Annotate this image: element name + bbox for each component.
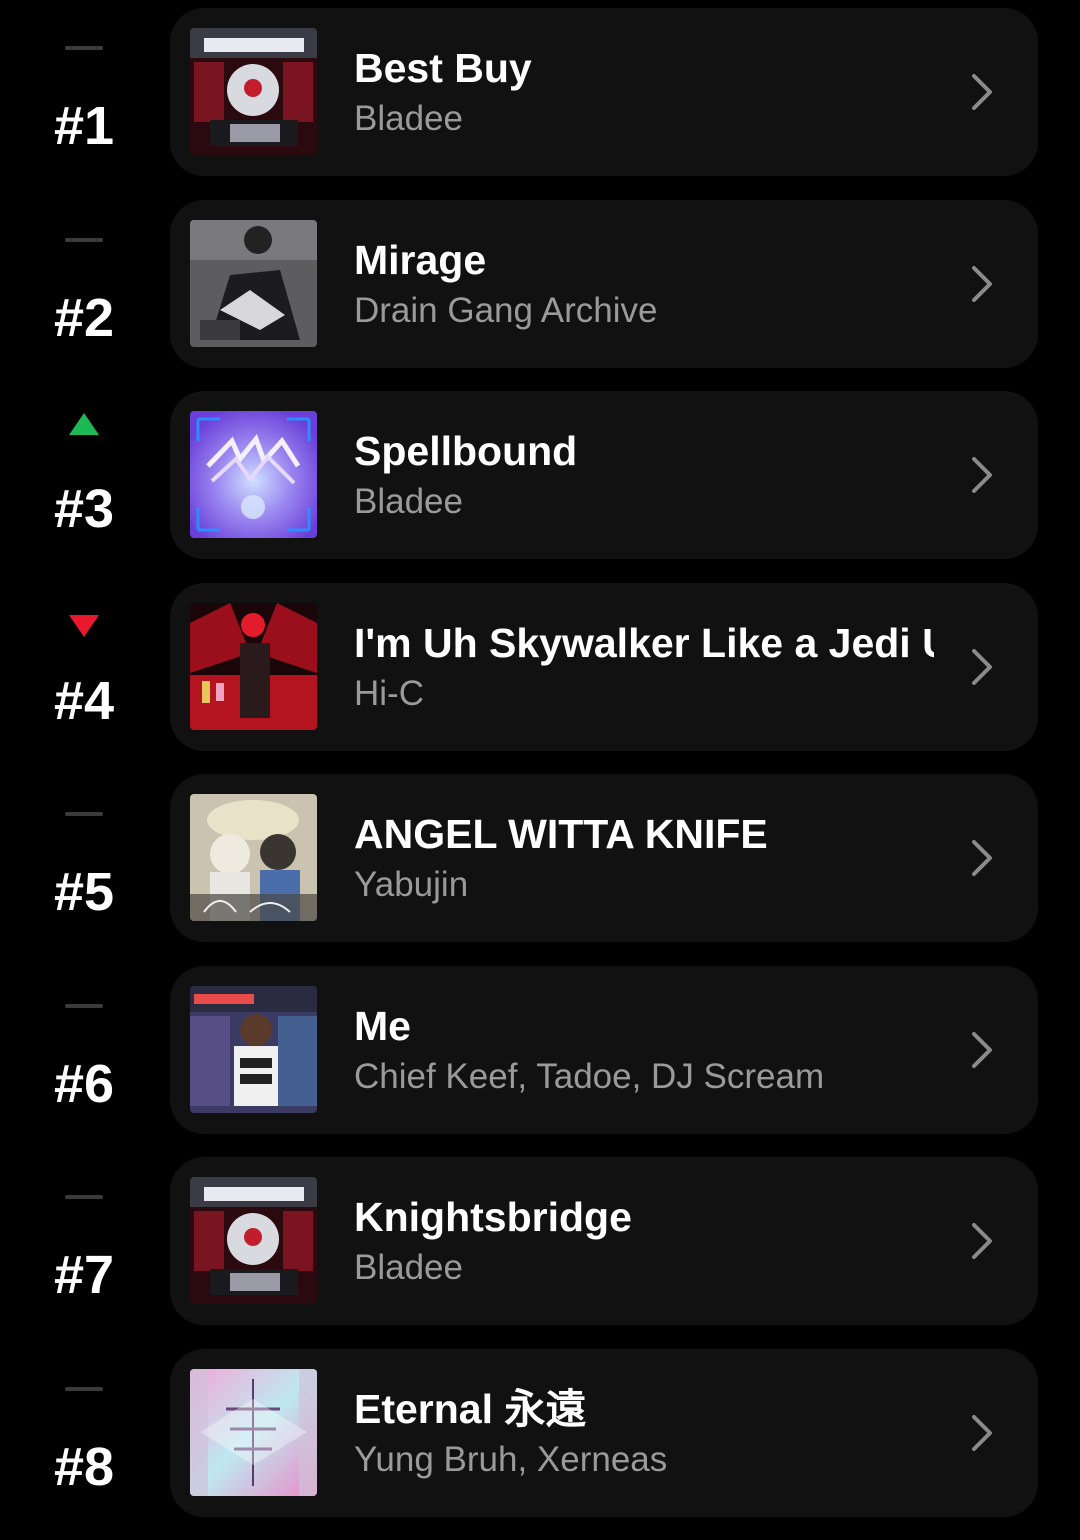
track-title: ANGEL WITTA KNIFE <box>354 811 768 857</box>
track-title: Knightsbridge <box>354 1194 632 1240</box>
track-card[interactable]: Mirage Drain Gang Archive <box>170 199 1038 368</box>
trend-up-icon <box>69 413 99 435</box>
track-artist: Hi-C <box>354 673 424 713</box>
album-art <box>190 1177 317 1304</box>
track-title: Eternal 永遠 <box>354 1385 587 1432</box>
album-art <box>190 411 317 538</box>
album-art <box>190 1368 317 1496</box>
trend-unchanged-icon <box>65 1003 103 1008</box>
chevron-right-icon[interactable] <box>960 262 1004 306</box>
track-card[interactable]: Best Buy Bladee <box>170 8 1038 176</box>
track-card[interactable]: Eternal 永遠 Yung Bruh, Xerneas <box>170 1348 1038 1517</box>
rank-number: #3 <box>53 479 115 539</box>
rank-column: #5 <box>0 766 168 936</box>
track-row: #1 Best Buy Bladee <box>0 0 1080 176</box>
chevron-right-icon[interactable] <box>960 70 1004 114</box>
track-card[interactable]: Knightsbridge Bladee <box>170 1157 1038 1325</box>
album-art <box>190 985 317 1113</box>
rank-number: #6 <box>53 1053 115 1114</box>
album-art <box>190 794 317 921</box>
track-row: #8 Eternal 永遠 Yung Bruh, Xerneas <box>0 1341 1080 1517</box>
track-row: #4 I'm Uh Skywalker Like a Jedi U Hi-C <box>0 575 1080 751</box>
track-title: Me <box>354 1002 411 1049</box>
rank-number: #5 <box>53 862 115 922</box>
rank-column: #2 <box>0 192 168 362</box>
track-title: I'm Uh Skywalker Like a Jedi U <box>354 619 934 666</box>
rank-number: #2 <box>53 287 115 348</box>
trend-unchanged-icon <box>65 46 103 50</box>
album-art <box>190 219 317 347</box>
chevron-right-icon[interactable] <box>960 1028 1004 1072</box>
trend-unchanged-icon <box>65 812 103 816</box>
track-card[interactable]: Me Chief Keef, Tadoe, DJ Scream <box>170 965 1038 1134</box>
chevron-right-icon[interactable] <box>960 645 1004 689</box>
track-artist: Bladee <box>354 99 463 138</box>
chevron-right-icon[interactable] <box>960 1411 1004 1455</box>
trend-down-icon <box>69 614 99 637</box>
chevron-right-icon[interactable] <box>960 1219 1004 1263</box>
rank-column: #4 <box>0 575 168 745</box>
trend-unchanged-icon <box>65 237 103 242</box>
track-artist: Bladee <box>354 482 463 521</box>
track-artist: Chief Keef, Tadoe, DJ Scream <box>354 1056 825 1096</box>
track-row: #3 Spellbound Bladee <box>0 383 1080 559</box>
trend-unchanged-icon <box>65 1195 103 1199</box>
track-artist: Bladee <box>354 1248 463 1287</box>
track-row: #6 Me Chief Keef, Tadoe, DJ Scream <box>0 958 1080 1134</box>
track-title: Best Buy <box>354 45 532 91</box>
rank-number: #8 <box>53 1436 115 1497</box>
track-artist: Drain Gang Archive <box>354 290 658 330</box>
trend-unchanged-icon <box>65 1386 103 1391</box>
track-artist: Yabujin <box>354 865 469 904</box>
album-art <box>190 602 317 730</box>
chevron-right-icon[interactable] <box>960 836 1004 880</box>
rank-number: #4 <box>53 670 115 731</box>
rank-column: #8 <box>0 1341 168 1511</box>
track-row: #5 ANGEL WITTA KNIFE Yabujin <box>0 766 1080 942</box>
track-row: #7 Knightsbridge Bladee <box>0 1149 1080 1325</box>
rank-number: #1 <box>53 96 115 156</box>
track-artist: Yung Bruh, Xerneas <box>354 1439 668 1479</box>
chevron-right-icon[interactable] <box>960 453 1004 497</box>
album-art <box>190 28 317 155</box>
track-title: Mirage <box>354 236 487 283</box>
track-card[interactable]: ANGEL WITTA KNIFE Yabujin <box>170 774 1038 942</box>
rank-column: #1 <box>0 0 168 170</box>
track-card[interactable]: I'm Uh Skywalker Like a Jedi U Hi-C <box>170 582 1038 751</box>
rank-column: #3 <box>0 383 168 553</box>
track-card[interactable]: Spellbound Bladee <box>170 391 1038 559</box>
track-row: #2 Mirage Drain Gang Archive <box>0 192 1080 368</box>
rank-column: #7 <box>0 1149 168 1319</box>
rank-number: #7 <box>53 1245 115 1305</box>
rank-column: #6 <box>0 958 168 1128</box>
track-title: Spellbound <box>354 428 578 474</box>
